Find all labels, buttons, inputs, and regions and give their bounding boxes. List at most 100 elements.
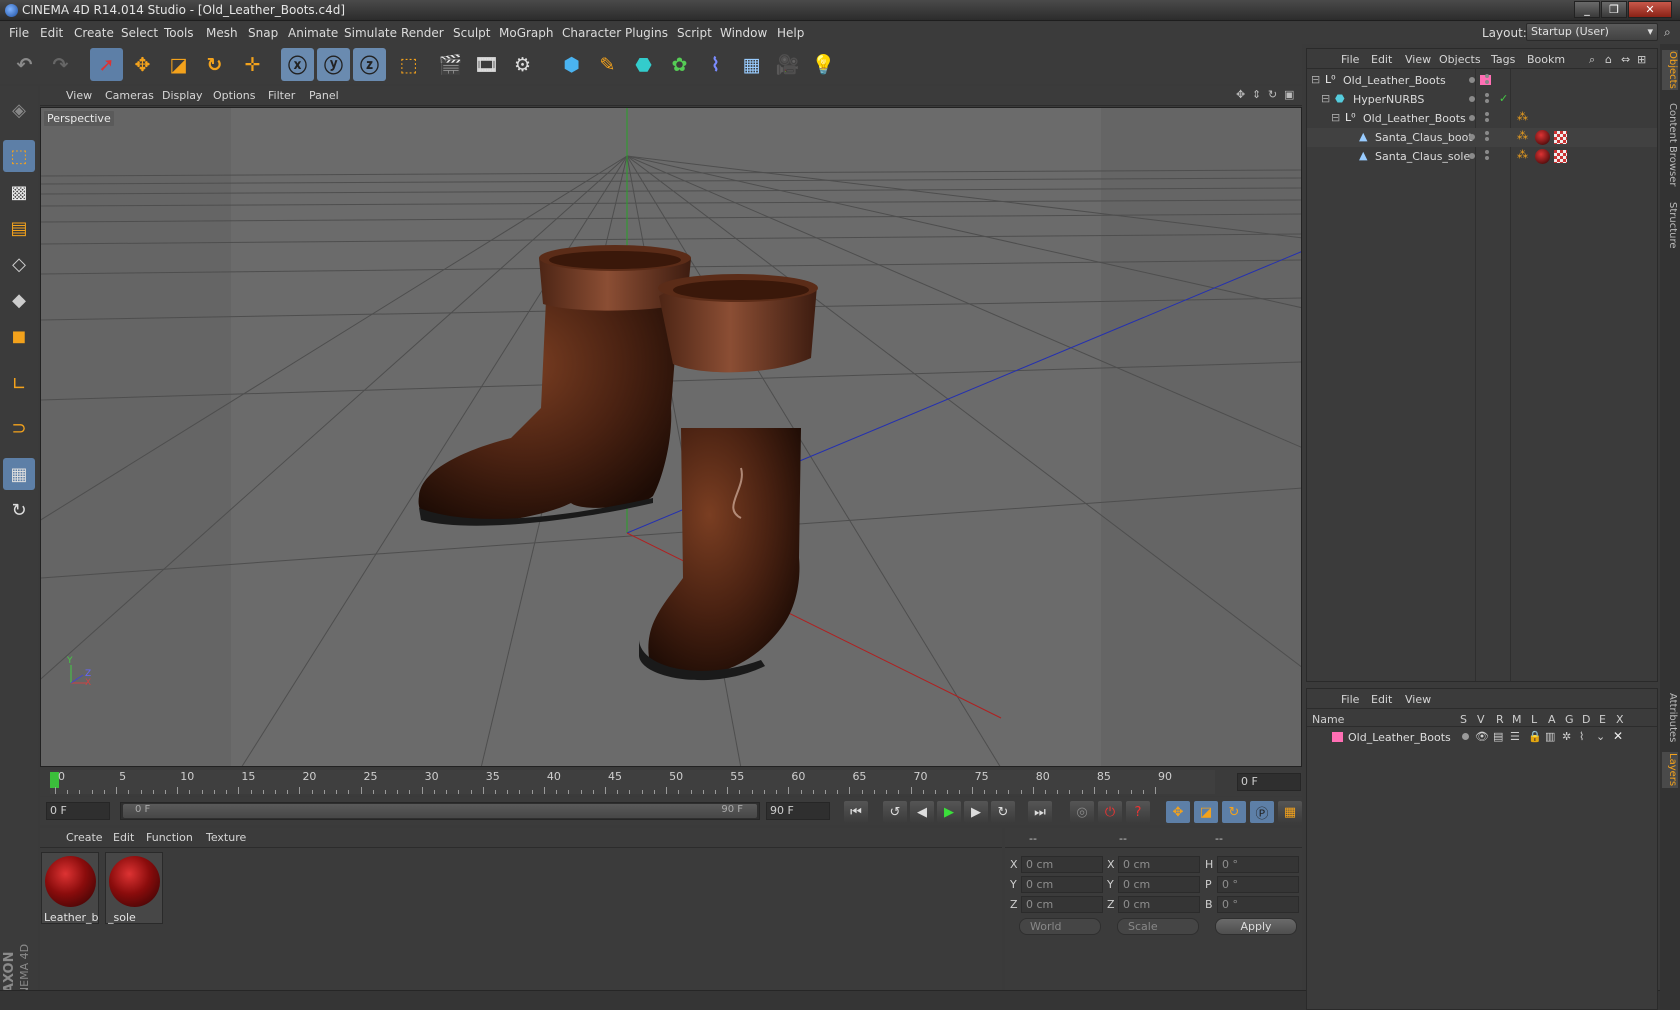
material-tag-icon[interactable]	[1535, 130, 1550, 145]
material-menu-edit[interactable]: Edit	[113, 831, 134, 844]
objects-menu-view[interactable]: View	[1405, 53, 1431, 66]
visibility-dot[interactable]	[1485, 131, 1489, 135]
expressions-icon[interactable]: ⌄	[1596, 730, 1605, 743]
undo-icon[interactable]: ↶	[8, 48, 41, 81]
viewport-menu-panel[interactable]: Panel	[309, 89, 339, 102]
recent-tool-icon[interactable]: ✛	[236, 48, 269, 81]
visibility-dot[interactable]	[1485, 118, 1489, 122]
y-axis-lock-icon[interactable]: ⓨ	[317, 48, 350, 81]
size-x-field[interactable]: 0 cm	[1118, 856, 1200, 873]
size-mode-select[interactable]: Scale	[1117, 918, 1199, 935]
layers-menu-file[interactable]: File	[1341, 693, 1359, 706]
menu-mograph[interactable]: MoGraph	[499, 26, 554, 40]
uvw-tag-icon[interactable]	[1554, 131, 1567, 144]
position-x-field[interactable]: 0 cm	[1021, 856, 1103, 873]
timeline-track[interactable]: 0 5 10 15 20 25 30 35 40 45 50 55 60 65 70 75 80 85 90	[50, 770, 1215, 794]
objects-menu-file[interactable]: File	[1341, 53, 1359, 66]
minimize-button[interactable]: _	[1574, 1, 1600, 18]
visibility-dot[interactable]	[1485, 156, 1489, 160]
collapse-icon[interactable]: ⊟	[1331, 111, 1340, 124]
visibility-dot[interactable]	[1485, 93, 1489, 97]
edges-mode-icon[interactable]: ◆	[3, 284, 35, 316]
search-icon[interactable]: ⌕	[1664, 25, 1671, 40]
menu-snap[interactable]: Snap	[248, 26, 278, 40]
menu-tools[interactable]: Tools	[164, 26, 194, 40]
visibility-dot[interactable]	[1469, 77, 1475, 83]
checkmark-icon[interactable]: ✓	[1499, 92, 1508, 105]
visibility-dot[interactable]	[1469, 115, 1475, 121]
objects-menu-objects[interactable]: Objects	[1439, 53, 1481, 66]
viewport-rotate-icon[interactable]: ↻	[1268, 88, 1277, 101]
layers-menu-edit[interactable]: Edit	[1371, 693, 1392, 706]
range-handle[interactable]: 0 F 90 F	[123, 804, 757, 818]
visibility-dot[interactable]	[1469, 153, 1475, 159]
viewport-move-icon[interactable]: ✥	[1236, 88, 1245, 101]
new-window-icon[interactable]: ⊞	[1637, 53, 1646, 66]
rotate-icon[interactable]: ↻	[198, 48, 231, 81]
tab-objects[interactable]: Objects	[1662, 50, 1678, 90]
key-rotation-icon[interactable]: ↻	[1222, 801, 1246, 823]
deformers-icon[interactable]: ⌇	[1579, 730, 1584, 743]
magnet-icon[interactable]: ⊃	[3, 412, 35, 444]
rotation-p-field[interactable]: 0 °	[1217, 876, 1299, 893]
objects-menu-bookmarks[interactable]: Bookm	[1527, 53, 1565, 66]
lock-icon[interactable]: 🔒	[1528, 730, 1542, 743]
material-tag-icon[interactable]	[1535, 149, 1550, 164]
autokey-icon[interactable]: ⏻	[1098, 801, 1122, 823]
solo-icon[interactable]	[1462, 733, 1469, 740]
menu-create[interactable]: Create	[74, 26, 114, 40]
phong-tag-icon[interactable]: ⁂	[1517, 148, 1528, 161]
rotation-b-field[interactable]: 0 °	[1217, 896, 1299, 913]
menu-simulate[interactable]: Simulate	[344, 26, 397, 40]
phong-tag-icon[interactable]: ⁂	[1517, 129, 1528, 142]
objects-menu-tags[interactable]: Tags	[1491, 53, 1515, 66]
menu-sculpt[interactable]: Sculpt	[453, 26, 490, 40]
menu-help[interactable]: Help	[777, 26, 804, 40]
z-axis-lock-icon[interactable]: ⓩ	[353, 48, 386, 81]
make-editable-icon[interactable]: ◈	[3, 94, 35, 126]
axis-mode-icon[interactable]: ∟	[3, 368, 35, 400]
objects-menu-edit[interactable]: Edit	[1371, 53, 1392, 66]
size-y-field[interactable]: 0 cm	[1118, 876, 1200, 893]
collapse-icon[interactable]: ⊟	[1321, 92, 1330, 105]
timeline-ruler[interactable]: 0 5 10 15 20 25 30 35 40 45 50 55 60 65 70 75 80 85 90 0 F	[40, 770, 1302, 796]
rotation-h-field[interactable]: 0 °	[1217, 856, 1299, 873]
menu-animate[interactable]: Animate	[288, 26, 338, 40]
points-mode-icon[interactable]: ◇	[3, 248, 35, 280]
layer-row[interactable]: Old_Leather_Boots 👁 ▤ ☰ 🔒 ▥ ✲ ⌇ ⌄ ✕	[1307, 729, 1657, 747]
close-button[interactable]: ✕	[1628, 1, 1672, 18]
xref-icon[interactable]: ✕	[1613, 729, 1623, 743]
object-row[interactable]: ▲ Santa_Claus_sole ⁂	[1307, 147, 1657, 166]
render-icon[interactable]: ▤	[1493, 730, 1503, 743]
visibility-dot[interactable]	[1485, 137, 1489, 141]
eye-icon[interactable]: 👁	[1475, 730, 1489, 743]
link-icon[interactable]: ⇔	[1621, 53, 1630, 66]
generators-icon[interactable]: ✲	[1562, 730, 1571, 743]
coordinate-mode-select[interactable]: World	[1019, 918, 1101, 935]
material-menu-function[interactable]: Function	[146, 831, 193, 844]
render-settings-icon[interactable]: ⚙	[506, 48, 539, 81]
home-icon[interactable]: ⌂	[1605, 53, 1612, 66]
search-icon[interactable]: ⌕	[1589, 53, 1595, 67]
viewport-maximize-icon[interactable]: ▣	[1284, 88, 1294, 101]
object-row[interactable]: ⊟ L⁰ Old_Leather_Boots	[1307, 71, 1657, 90]
previous-key-icon[interactable]: ↺	[883, 801, 907, 823]
viewport-menu-cameras[interactable]: Cameras	[105, 89, 154, 102]
key-pla-icon[interactable]: ▦	[1278, 801, 1302, 823]
collapse-icon[interactable]: ⊟	[1311, 73, 1320, 86]
position-y-field[interactable]: 0 cm	[1021, 876, 1103, 893]
key-position-icon[interactable]: ✥	[1166, 801, 1190, 823]
size-z-field[interactable]: 0 cm	[1118, 896, 1200, 913]
visibility-dot[interactable]	[1485, 150, 1489, 154]
camera-icon[interactable]: 🎥	[771, 48, 804, 81]
menu-select[interactable]: Select	[121, 26, 158, 40]
end-frame-field[interactable]: 90 F	[766, 802, 830, 820]
tab-layers[interactable]: Layers	[1662, 752, 1678, 788]
x-axis-lock-icon[interactable]: ⓧ	[281, 48, 314, 81]
viewport-menu-view[interactable]: View	[66, 89, 92, 102]
menu-script[interactable]: Script	[677, 26, 712, 40]
scale-icon[interactable]: ◪	[162, 48, 195, 81]
object-row[interactable]: ⊟ ⬣ HyperNURBS ✓	[1307, 90, 1657, 109]
viewport-zoom-icon[interactable]: ⇕	[1252, 88, 1261, 101]
start-frame-field[interactable]: 0 F	[46, 802, 110, 820]
